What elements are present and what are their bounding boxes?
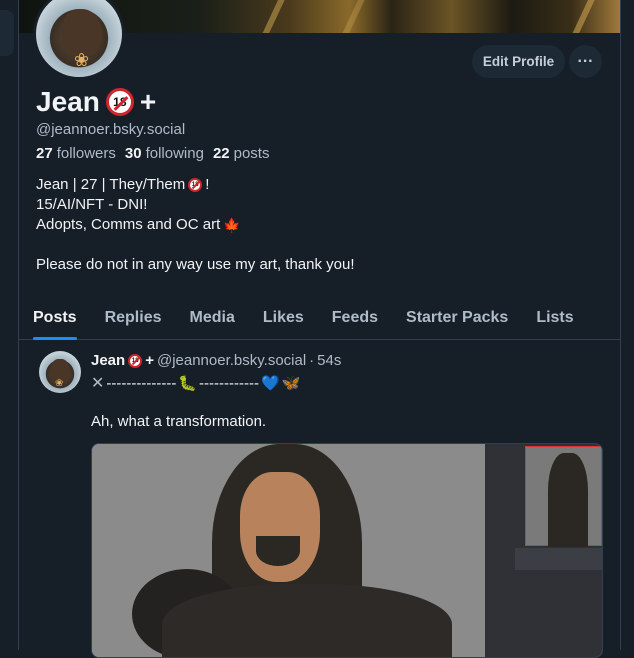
display-name: Jean 18 + bbox=[36, 86, 156, 118]
butterfly-icon: 🦋 bbox=[281, 375, 301, 392]
profile-stats: 27 followers 30 following 22 posts bbox=[36, 145, 269, 162]
edit-profile-button[interactable]: Edit Profile bbox=[472, 45, 565, 78]
bio-line-2: 15/AI/NFT - DNI! bbox=[36, 196, 148, 213]
display-name-suffix: + bbox=[139, 86, 157, 117]
artwork-figure bbox=[548, 453, 588, 547]
bio-line: Jean | 27 | They/Them 18 ! bbox=[36, 175, 596, 195]
tab-posts[interactable]: Posts bbox=[19, 296, 91, 340]
post-text: Ah, what a transformation. bbox=[91, 413, 267, 430]
left-rail bbox=[0, 0, 18, 650]
post-image[interactable] bbox=[91, 443, 603, 658]
post-deco-right: ------------ bbox=[199, 374, 259, 392]
blue-heart-icon: 💙 bbox=[260, 375, 280, 392]
artwork-figure bbox=[256, 536, 300, 566]
post-avatar[interactable]: ❀ bbox=[39, 351, 81, 393]
cross-icon: ✕ bbox=[91, 375, 105, 392]
following-count: 30 bbox=[124, 145, 142, 162]
followers-label: followers bbox=[56, 145, 116, 162]
post-deco-line: ✕ -------------- 🐛 ------------ 💙 🦋 bbox=[91, 373, 300, 393]
banner-art bbox=[252, 0, 292, 33]
bio-line-3: Adopts, Comms and OC art bbox=[36, 216, 221, 233]
left-rail-pill[interactable] bbox=[0, 10, 14, 56]
flower-icon: ❀ bbox=[74, 50, 90, 70]
posts-label: posts bbox=[233, 145, 270, 162]
caterpillar-icon: 🐛 bbox=[178, 375, 198, 392]
post-header: Jean 18 + @jeannoer.bsky.social · 54s bbox=[91, 352, 341, 369]
banner-art bbox=[562, 0, 602, 33]
bio-spacer bbox=[36, 235, 596, 255]
followers-count: 27 bbox=[36, 145, 53, 162]
banner-art bbox=[332, 0, 372, 33]
posts-count: 22 bbox=[212, 145, 230, 162]
artwork-navigator-panel bbox=[485, 444, 602, 657]
tab-likes[interactable]: Likes bbox=[249, 296, 318, 340]
artwork-canvas bbox=[92, 444, 485, 657]
bio-line-1: Jean | 27 | They/Them bbox=[36, 176, 186, 193]
following-link[interactable]: 30 following bbox=[125, 145, 204, 162]
artwork-figure bbox=[162, 584, 452, 657]
tab-lists[interactable]: Lists bbox=[522, 296, 587, 340]
followers-link[interactable]: 27 followers bbox=[36, 145, 116, 162]
post-author-handle[interactable]: @jeannoer.bsky.social bbox=[157, 352, 306, 369]
tab-replies[interactable]: Replies bbox=[91, 296, 176, 340]
display-name-text: Jean bbox=[36, 86, 100, 117]
artwork-thumbnail bbox=[525, 446, 602, 547]
tab-media[interactable]: Media bbox=[176, 296, 249, 340]
profile-bio: Jean | 27 | They/Them 18 ! 15/AI/NFT - D… bbox=[36, 175, 596, 275]
post-timestamp[interactable]: 54s bbox=[317, 352, 341, 369]
profile-main: ❀ Edit Profile ··· Jean 18 + @jeannoer.b… bbox=[18, 0, 621, 658]
bio-line-4: Please do not in any way use my art, tha… bbox=[36, 256, 355, 273]
profile-tabs: Posts Replies Media Likes Feeds Starter … bbox=[19, 296, 620, 340]
tab-feeds[interactable]: Feeds bbox=[318, 296, 392, 340]
posts-stat: 22 posts bbox=[213, 145, 270, 162]
profile-handle: @jeannoer.bsky.social bbox=[36, 121, 186, 138]
post-separator: · bbox=[309, 352, 315, 369]
feed-post[interactable]: ❀ Jean 18 + @jeannoer.bsky.social · 54s … bbox=[19, 341, 620, 658]
bio-line: Adopts, Comms and OC art 🍁 bbox=[36, 215, 596, 235]
flower-icon: ❀ bbox=[55, 378, 64, 389]
post-author-suffix: + bbox=[145, 352, 154, 369]
post-author-name[interactable]: Jean bbox=[91, 352, 125, 369]
tab-starter-packs[interactable]: Starter Packs bbox=[392, 296, 522, 340]
age-18-icon: 18 bbox=[105, 88, 134, 116]
following-label: following bbox=[145, 145, 204, 162]
age-18-icon: 18 bbox=[128, 353, 143, 368]
post-deco-left: -------------- bbox=[106, 374, 177, 392]
maple-leaf-icon: 🍁 bbox=[223, 217, 241, 233]
profile-avatar[interactable]: ❀ bbox=[33, 0, 125, 80]
bio-line-1-end: ! bbox=[205, 176, 210, 193]
age-18-icon: 18 bbox=[188, 178, 203, 192]
more-options-button[interactable]: ··· bbox=[569, 45, 602, 78]
artwork-toolbar bbox=[515, 548, 602, 570]
